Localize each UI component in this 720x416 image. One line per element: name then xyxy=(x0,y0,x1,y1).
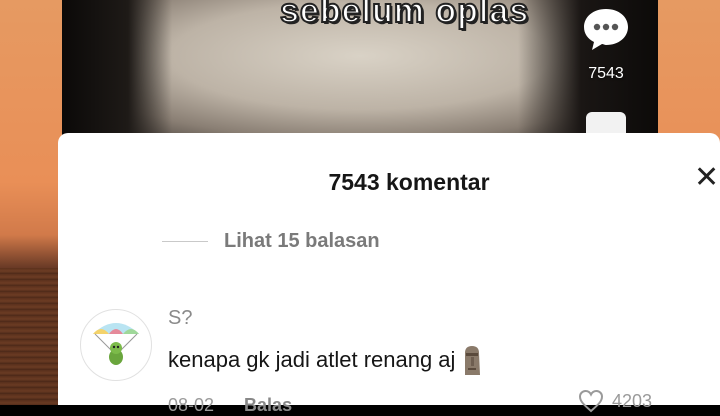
replies-divider xyxy=(162,240,208,242)
comment-meta: 08-02 Balas xyxy=(168,395,292,416)
comment-text: kenapa gk jadi atlet renang aj xyxy=(168,347,456,372)
comment-date: 08-02 xyxy=(168,395,215,415)
video-caption: sebelum oplas xyxy=(279,0,530,31)
moai-emoji xyxy=(465,346,481,375)
comment-bubble-icon xyxy=(584,9,628,50)
comment-item: S? kenapa gk jadi atlet renang aj 08-02 … xyxy=(80,307,700,415)
video-shadow-left xyxy=(62,0,172,140)
comments-sheet: 7543 komentar ✕ Lihat 15 balasan S? kena… xyxy=(58,133,720,415)
avatar-image xyxy=(93,323,139,365)
comment-username[interactable]: S? xyxy=(168,307,192,330)
like-count: 4203 xyxy=(612,390,653,411)
comment-text-row: kenapa gk jadi atlet renang aj xyxy=(168,343,485,377)
comment-count: 7543 xyxy=(588,65,624,82)
reply-button[interactable]: Balas xyxy=(244,395,292,416)
video-player[interactable]: sebelum oplas xyxy=(62,0,658,140)
heart-icon xyxy=(578,389,604,413)
avatar[interactable] xyxy=(80,309,152,381)
view-replies-link[interactable]: Lihat 15 balasan xyxy=(162,229,380,253)
like-button[interactable]: 4203 xyxy=(578,389,652,413)
sheet-title: 7543 komentar xyxy=(328,169,490,195)
comment-action[interactable]: 7543 xyxy=(578,6,634,83)
close-icon[interactable]: ✕ xyxy=(694,163,720,193)
view-replies-label: Lihat 15 balasan xyxy=(224,229,380,252)
